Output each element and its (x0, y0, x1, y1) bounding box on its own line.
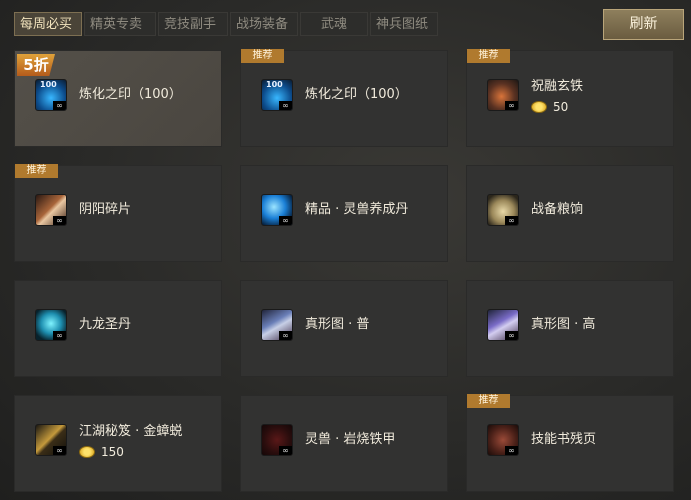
scroll-high-icon: ∞ (487, 309, 519, 341)
tab-arena-offhand[interactable]: 竞技副手 (158, 12, 228, 36)
infinity-icon: ∞ (505, 216, 518, 225)
infinity-icon: ∞ (279, 101, 292, 110)
item-name: 炼化之印（100） (79, 87, 182, 102)
refresh-button[interactable]: 刷新 (603, 9, 684, 40)
item-name: 阴阳碎片 (79, 202, 132, 217)
shop-item-card[interactable]: ∞ 真形图 · 高 (466, 280, 674, 377)
shop-item-card[interactable]: 推荐 ∞ 技能书残页 (466, 394, 674, 492)
item-name: 真形图 · 普 (305, 317, 370, 332)
spirit-pill-icon: ∞ (261, 194, 293, 226)
coin-icon (531, 101, 547, 113)
discount-badge: 5折 (17, 54, 55, 76)
shop-item-card[interactable]: ∞ 灵兽 · 岩烧铁甲 (240, 395, 448, 492)
price-value: 150 (101, 445, 124, 459)
beast-armor-icon: ∞ (261, 424, 293, 456)
skillbook-page-icon: ∞ (487, 424, 519, 456)
item-price: 50 (531, 100, 568, 114)
recommend-tag: 推荐 (241, 49, 284, 63)
infinity-icon: ∞ (53, 446, 66, 455)
shop-tabs: 每周必买 精英专卖 竞技副手 战场装备 武魂 神兵图纸 (14, 12, 438, 36)
shop-item-card[interactable]: ∞ 战备粮饷 (466, 165, 674, 262)
manual-icon: ∞ (35, 424, 67, 456)
dragon-pill-icon: ∞ (35, 309, 67, 341)
price-value: 50 (553, 100, 569, 114)
infinity-icon: ∞ (279, 446, 292, 455)
tab-martial-soul[interactable]: 武魂 (300, 12, 368, 36)
zhurong-iron-icon: ∞ (487, 79, 519, 111)
infinity-icon: ∞ (53, 101, 66, 110)
item-name: 真形图 · 高 (531, 317, 596, 332)
ration-bag-icon: ∞ (487, 194, 519, 226)
icon-count: 100 (266, 80, 283, 89)
recommend-tag: 推荐 (15, 164, 58, 178)
infinity-icon: ∞ (505, 101, 518, 110)
shop-item-card[interactable]: 推荐 100 ∞ 炼化之印（100） (240, 49, 448, 147)
item-name: 江湖秘笈 · 金蟑蜕 (79, 424, 183, 439)
shop-item-card[interactable]: 推荐 ∞ 阴阳碎片 (14, 164, 222, 262)
yinyang-shard-icon: ∞ (35, 194, 67, 226)
item-name: 技能书残页 (531, 432, 597, 447)
shop-item-card[interactable]: 5折 100 ∞ 炼化之印（100） (14, 50, 222, 147)
icon-count: 100 (40, 80, 57, 89)
tab-divine-blueprints[interactable]: 神兵图纸 (370, 12, 438, 36)
infinity-icon: ∞ (53, 216, 66, 225)
scroll-normal-icon: ∞ (261, 309, 293, 341)
recommend-tag: 推荐 (467, 49, 510, 63)
item-name: 炼化之印（100） (305, 87, 408, 102)
infinity-icon: ∞ (279, 216, 292, 225)
item-name: 精品 · 灵兽养成丹 (305, 202, 409, 217)
coin-icon (79, 446, 95, 458)
tab-elite-shop[interactable]: 精英专卖 (84, 12, 156, 36)
item-name: 九龙圣丹 (79, 317, 132, 332)
recommend-tag: 推荐 (467, 394, 510, 408)
refine-seal-icon: 100 ∞ (261, 79, 293, 111)
infinity-icon: ∞ (279, 331, 292, 340)
shop-item-card[interactable]: ∞ 精品 · 灵兽养成丹 (240, 165, 448, 262)
infinity-icon: ∞ (53, 331, 66, 340)
item-price: 150 (79, 445, 124, 459)
tab-weekly-must-buy[interactable]: 每周必买 (14, 12, 82, 36)
item-name: 战备粮饷 (531, 202, 584, 217)
infinity-icon: ∞ (505, 331, 518, 340)
shop-item-card[interactable]: 推荐 ∞ 祝融玄铁 50 (466, 49, 674, 147)
item-name: 祝融玄铁 (531, 79, 584, 94)
shop-item-card[interactable]: ∞ 九龙圣丹 (14, 280, 222, 377)
refine-seal-icon: 100 ∞ (35, 79, 67, 111)
tab-battlefield-gear[interactable]: 战场装备 (230, 12, 298, 36)
infinity-icon: ∞ (505, 446, 518, 455)
shop-item-card[interactable]: ∞ 真形图 · 普 (240, 280, 448, 377)
shop-item-card[interactable]: ∞ 江湖秘笈 · 金蟑蜕 150 (14, 395, 222, 492)
item-name: 灵兽 · 岩烧铁甲 (305, 432, 396, 447)
